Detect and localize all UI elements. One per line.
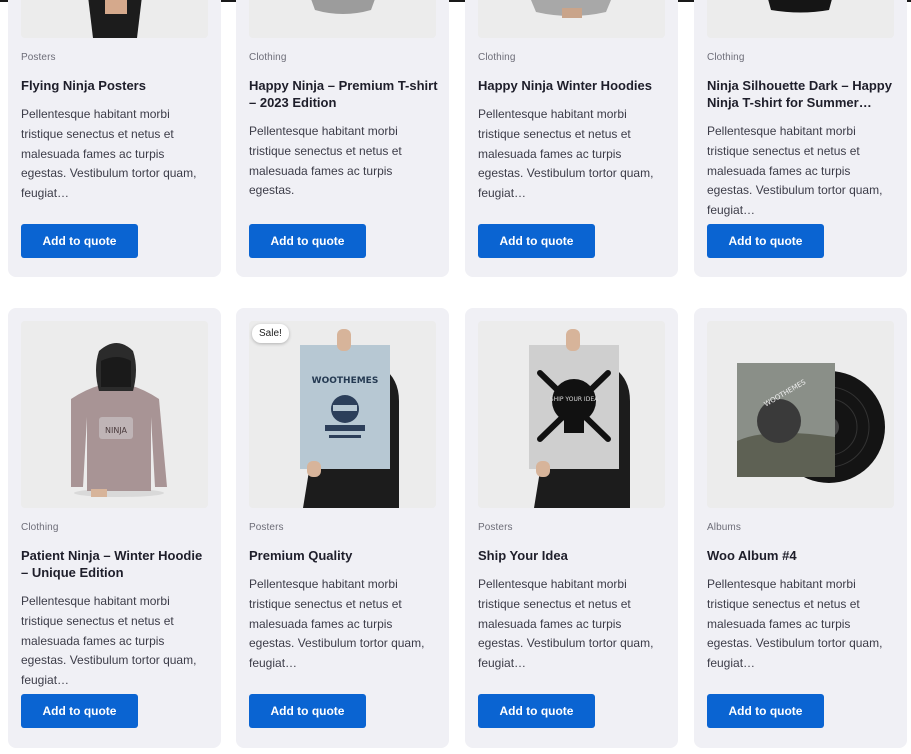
product-title[interactable]: Happy Ninja Winter Hoodies <box>478 77 668 94</box>
add-to-quote-button[interactable]: Add to quote <box>478 224 595 258</box>
product-description: Pellentesque habitant morbi tristique se… <box>707 124 883 218</box>
add-to-quote-button[interactable]: Add to quote <box>707 694 824 728</box>
product-category[interactable]: Albums <box>707 522 741 533</box>
poster-image: WOOTHEMES <box>249 321 436 508</box>
product-description: Pellentesque habitant morbi tristique se… <box>707 577 883 671</box>
product-card: Clothing Ninja Silhouette Dark – Happy N… <box>694 0 907 277</box>
product-title[interactable]: Premium Quality <box>249 547 439 564</box>
product-image[interactable] <box>478 0 665 38</box>
product-card: Clothing Happy Ninja Winter Hoodies Pell… <box>465 0 678 277</box>
product-title[interactable]: Ship Your Idea <box>478 547 668 564</box>
svg-text:SHIP YOUR IDEA: SHIP YOUR IDEA <box>550 396 599 403</box>
product-category[interactable]: Clothing <box>707 52 745 63</box>
product-title[interactable]: Woo Album #4 <box>707 547 897 564</box>
product-card: WOOTHEMES Albums Woo Album #4 Pellentesq… <box>694 308 907 748</box>
product-image[interactable] <box>707 0 894 38</box>
hoodie-image: NINJA <box>21 321 208 508</box>
skull-poster-image: SHIP YOUR IDEA <box>478 321 665 508</box>
product-card: Posters Flying Ninja Posters Pellentesqu… <box>8 0 221 277</box>
product-title[interactable]: Flying Ninja Posters <box>21 77 211 94</box>
product-image[interactable] <box>21 0 208 38</box>
svg-text:WOOTHEMES: WOOTHEMES <box>312 376 379 386</box>
product-image[interactable]: WOOTHEMES <box>707 321 894 508</box>
product-card: SHIP YOUR IDEA Posters Ship Your Idea Pe… <box>465 308 678 748</box>
product-description: Pellentesque habitant morbi tristique se… <box>478 577 654 671</box>
product-description: Pellentesque habitant morbi tristique se… <box>249 577 425 671</box>
product-category[interactable]: Posters <box>21 52 56 63</box>
product-title[interactable]: Patient Ninja – Winter Hoodie – Unique E… <box>21 547 211 581</box>
product-title[interactable]: Happy Ninja – Premium T-shirt – 2023 Edi… <box>249 77 439 111</box>
product-category[interactable]: Clothing <box>21 522 59 533</box>
product-description: Pellentesque habitant morbi tristique se… <box>478 107 654 201</box>
product-description: Pellentesque habitant morbi tristique se… <box>249 124 402 198</box>
svg-text:NINJA: NINJA <box>105 426 128 435</box>
product-card: Clothing Happy Ninja – Premium T-shirt –… <box>236 0 449 277</box>
product-category[interactable]: Clothing <box>478 52 516 63</box>
sale-badge: Sale! <box>252 324 289 343</box>
add-to-quote-button[interactable]: Add to quote <box>478 694 595 728</box>
product-card: NINJA Clothing Patient Ninja – Winter Ho… <box>8 308 221 748</box>
add-to-quote-button[interactable]: Add to quote <box>21 694 138 728</box>
product-description: Pellentesque habitant morbi tristique se… <box>21 107 197 201</box>
product-image[interactable]: SHIP YOUR IDEA <box>478 321 665 508</box>
product-image[interactable] <box>249 0 436 38</box>
add-to-quote-button[interactable]: Add to quote <box>249 694 366 728</box>
add-to-quote-button[interactable]: Add to quote <box>21 224 138 258</box>
product-image[interactable]: WOOTHEMES Sale! <box>249 321 436 508</box>
product-card: WOOTHEMES Sale! Posters Premium Quality … <box>236 308 449 748</box>
product-category[interactable]: Clothing <box>249 52 287 63</box>
product-description: Pellentesque habitant morbi tristique se… <box>21 594 197 688</box>
product-category[interactable]: Posters <box>249 522 284 533</box>
product-image[interactable]: NINJA <box>21 321 208 508</box>
add-to-quote-button[interactable]: Add to quote <box>707 224 824 258</box>
product-title[interactable]: Ninja Silhouette Dark – Happy Ninja T-sh… <box>707 77 897 111</box>
add-to-quote-button[interactable]: Add to quote <box>249 224 366 258</box>
vinyl-album-image: WOOTHEMES <box>707 321 894 508</box>
product-category[interactable]: Posters <box>478 522 513 533</box>
